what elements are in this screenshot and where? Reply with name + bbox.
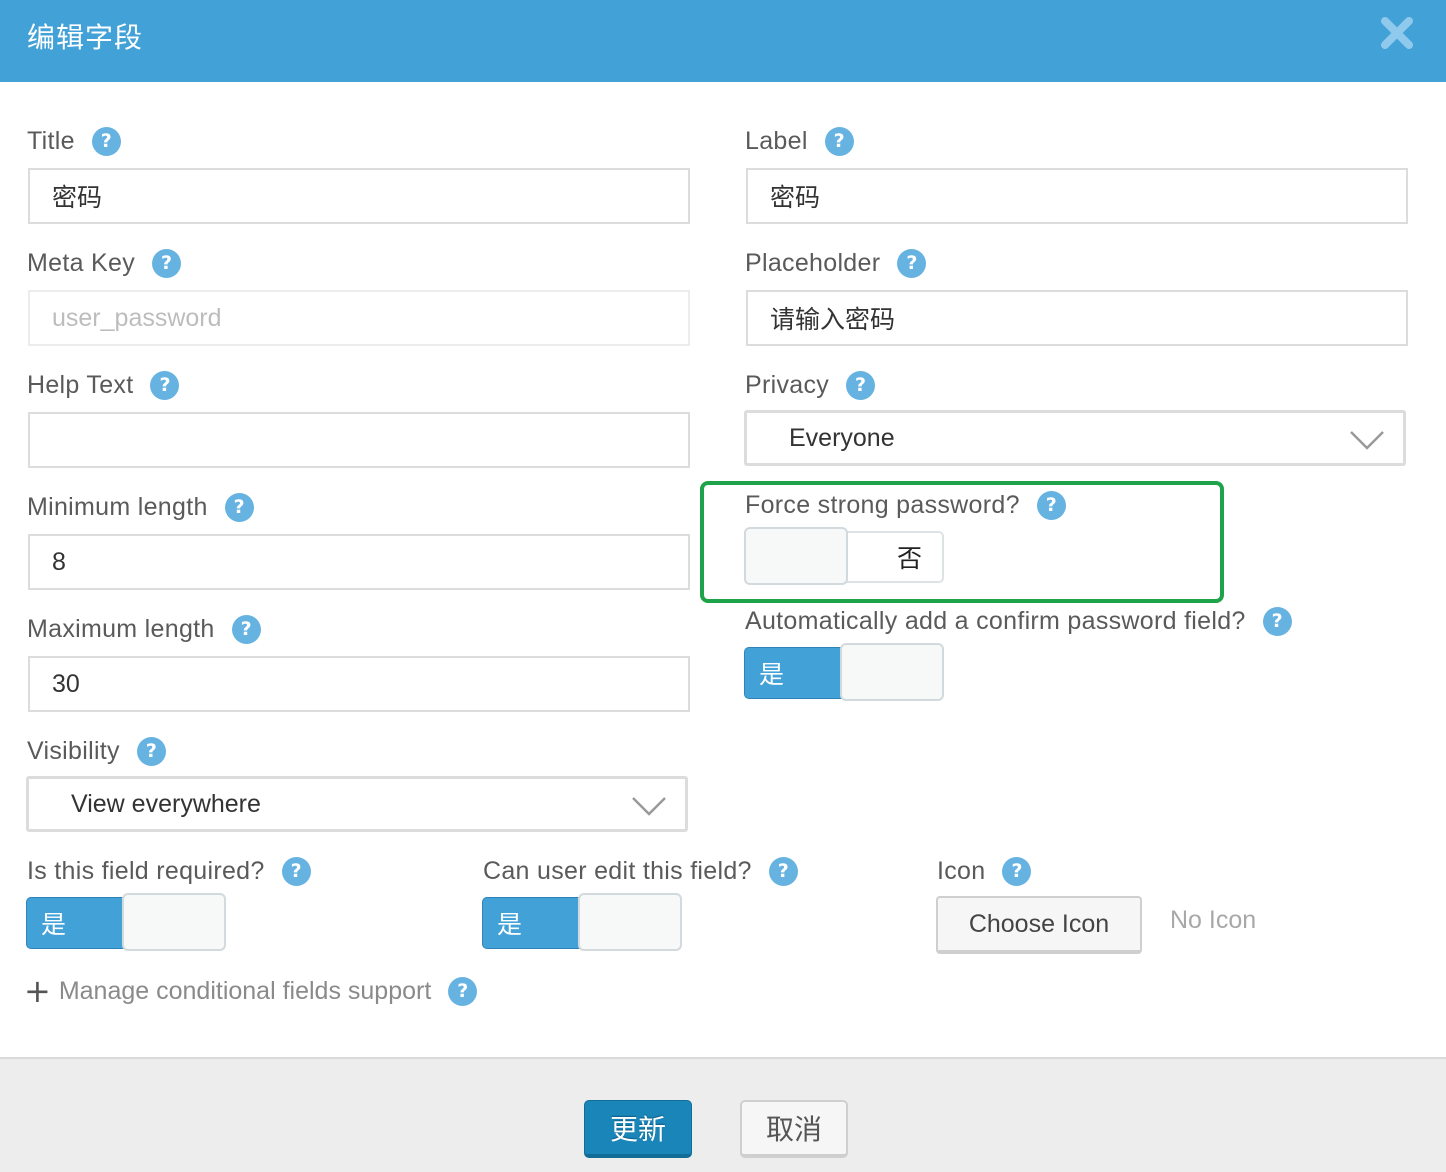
label-input[interactable]: 密码 <box>746 168 1408 224</box>
editable-label: Can user edit this field? <box>483 856 752 885</box>
toggle-knob[interactable] <box>578 893 682 951</box>
toggle-on-label: 是 <box>744 647 854 699</box>
manage-conditional-fields-link[interactable]: + Manage conditional fields support ? <box>24 972 478 1010</box>
help-text-input[interactable] <box>28 412 690 468</box>
visibility-field-label: Visibility ? <box>27 736 166 766</box>
editable-toggle[interactable]: 是 <box>482 893 682 951</box>
close-button[interactable] <box>1378 14 1416 52</box>
required-toggle[interactable]: 是 <box>26 893 226 951</box>
toggle-off-label: 否 <box>844 531 944 583</box>
title-input[interactable]: 密码 <box>28 168 690 224</box>
help-question-icon[interactable]: ? <box>152 248 182 278</box>
help-question-icon[interactable]: ? <box>897 248 927 278</box>
icon-field-label: Icon ? <box>937 856 1032 886</box>
privacy-selected-value: Everyone <box>789 423 895 452</box>
chevron-down-icon <box>632 797 666 816</box>
placeholder-input[interactable]: 请输入密码 <box>746 290 1408 346</box>
dialog-footer <box>0 1057 1446 1172</box>
title-label: Title <box>27 126 75 155</box>
min-length-field-label: Minimum length ? <box>27 492 254 522</box>
label-field-label: Label ? <box>745 126 854 156</box>
icon-label: Icon <box>937 856 986 885</box>
help-question-icon[interactable]: ? <box>224 492 254 522</box>
cancel-button[interactable]: 取消 <box>740 1100 848 1158</box>
meta-key-label: Meta Key <box>27 248 136 277</box>
max-length-field-label: Maximum length ? <box>27 614 261 644</box>
force-strong-password-label: Force strong password? <box>745 490 1020 519</box>
toggle-on-label: 是 <box>26 897 136 949</box>
help-question-icon[interactable]: ? <box>1262 606 1292 636</box>
confirm-password-toggle[interactable]: 是 <box>744 643 944 701</box>
toggle-knob[interactable] <box>744 527 848 585</box>
visibility-label: Visibility <box>27 736 120 765</box>
privacy-field-label: Privacy ? <box>745 370 876 400</box>
help-question-icon[interactable]: ? <box>150 370 180 400</box>
toggle-knob[interactable] <box>122 893 226 951</box>
dialog-header: 编辑字段 <box>0 0 1446 82</box>
force-strong-password-field-label: Force strong password? ? <box>745 490 1066 520</box>
title-field-label: Title ? <box>27 126 121 156</box>
help-question-icon[interactable]: ? <box>1036 490 1066 520</box>
min-length-input[interactable]: 8 <box>28 534 690 590</box>
meta-key-field-label: Meta Key ? <box>27 248 182 278</box>
help-question-icon[interactable]: ? <box>281 856 311 886</box>
visibility-selected-value: View everywhere <box>71 789 261 818</box>
help-question-icon[interactable]: ? <box>1002 856 1032 886</box>
help-text-field-label: Help Text ? <box>27 370 180 400</box>
editable-field-label: Can user edit this field? ? <box>483 856 798 886</box>
toggle-on-label: 是 <box>482 897 592 949</box>
meta-key-input[interactable]: user_password <box>28 290 690 346</box>
manage-conditional-label: Manage conditional fields support <box>58 976 432 1005</box>
confirm-password-field-label: Automatically add a confirm password fie… <box>745 606 1292 636</box>
help-text-label: Help Text <box>27 370 134 399</box>
min-length-label: Minimum length <box>27 492 208 521</box>
privacy-select[interactable]: Everyone <box>744 410 1406 466</box>
placeholder-label: Placeholder <box>745 248 881 277</box>
required-label: Is this field required? <box>27 856 265 885</box>
help-question-icon[interactable]: ? <box>91 126 121 156</box>
visibility-select[interactable]: View everywhere <box>26 776 688 832</box>
help-question-icon[interactable]: ? <box>768 856 798 886</box>
force-strong-password-toggle[interactable]: 否 <box>744 527 944 585</box>
plus-icon: + <box>24 972 51 1010</box>
help-question-icon[interactable]: ? <box>846 370 876 400</box>
help-question-icon[interactable]: ? <box>824 126 854 156</box>
help-question-icon[interactable]: ? <box>136 736 166 766</box>
close-x-icon <box>1381 17 1413 49</box>
required-field-label: Is this field required? ? <box>27 856 311 886</box>
choose-icon-button[interactable]: Choose Icon <box>936 896 1142 954</box>
icon-status-text: No Icon <box>1170 906 1257 934</box>
help-question-icon[interactable]: ? <box>448 976 478 1006</box>
max-length-label: Maximum length <box>27 614 215 643</box>
label-label: Label <box>745 126 808 155</box>
privacy-label: Privacy <box>745 370 830 399</box>
confirm-password-label: Automatically add a confirm password fie… <box>745 606 1246 635</box>
dialog-title: 编辑字段 <box>27 21 144 54</box>
max-length-input[interactable]: 30 <box>28 656 690 712</box>
help-question-icon[interactable]: ? <box>231 614 261 644</box>
toggle-knob[interactable] <box>840 643 944 701</box>
chevron-down-icon <box>1350 431 1384 450</box>
placeholder-field-label: Placeholder ? <box>745 248 927 278</box>
update-button[interactable]: 更新 <box>584 1100 692 1158</box>
